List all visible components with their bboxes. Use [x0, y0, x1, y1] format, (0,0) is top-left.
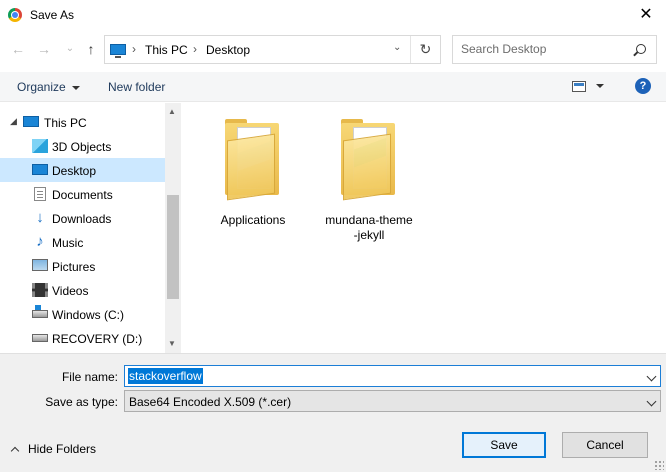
toolbar: Organize New folder ? — [0, 72, 666, 102]
help-icon[interactable]: ? — [635, 78, 651, 94]
folder-icon — [225, 117, 281, 201]
folder-name: mundana-theme -jekyll — [319, 213, 419, 243]
recovery-drive-icon — [32, 334, 48, 342]
sidebar-item-label: RECOVERY (D:) — [52, 332, 143, 346]
save-type-select[interactable]: Base64 Encoded X.509 (*.cer) — [124, 390, 661, 412]
organize-label: Organize — [17, 80, 66, 94]
file-name-label: File name: — [61, 370, 118, 384]
address-bar[interactable]: › This PC › Desktop ⌄ ↻ — [104, 35, 441, 64]
sidebar-item-desktop[interactable]: Desktop — [0, 158, 165, 182]
sidebar-item-recovery-d[interactable]: RECOVERY (D:) — [0, 326, 165, 350]
3d-objects-icon — [32, 139, 48, 153]
chevron-down-icon[interactable] — [646, 396, 657, 407]
sidebar-item-videos[interactable]: Videos — [0, 278, 165, 302]
window-title: Save As — [30, 8, 75, 22]
sidebar-item-label: Pictures — [52, 260, 96, 274]
up-arrow-icon[interactable]: ↑ — [83, 40, 99, 58]
videos-icon — [32, 283, 48, 297]
folder-name-line2: -jekyll — [353, 228, 385, 242]
sidebar-item-label: Videos — [52, 284, 89, 298]
organize-button[interactable]: Organize — [17, 80, 80, 94]
sidebar-item-pictures[interactable]: Pictures — [0, 254, 165, 278]
save-type-value: Base64 Encoded X.509 (*.cer) — [129, 395, 292, 409]
sidebar-item-label: Downloads — [52, 212, 112, 226]
recent-locations-icon[interactable]: ⌄ — [62, 40, 78, 58]
folder-icon — [341, 117, 397, 201]
breadcrumb-separator: › — [193, 42, 197, 56]
save-button[interactable]: Save — [462, 432, 546, 458]
chevron-down-icon[interactable] — [596, 84, 604, 88]
address-dropdown-icon[interactable]: ⌄ — [393, 42, 401, 53]
file-name-value[interactable]: stackoverflow — [128, 368, 203, 384]
sidebar-item-3d-objects[interactable]: 3D Objects — [0, 134, 165, 158]
sidebar-item-label: Documents — [52, 188, 113, 202]
sidebar-item-documents[interactable]: Documents — [0, 182, 165, 206]
folder-item-applications[interactable]: Applications — [203, 117, 303, 228]
search-icon[interactable] — [636, 44, 646, 54]
music-icon: ♪ — [36, 233, 44, 250]
breadcrumb-this-pc[interactable]: This PC — [145, 43, 188, 57]
sidebar-item-music[interactable]: ♪ Music — [0, 230, 165, 254]
new-folder-button[interactable]: New folder — [108, 80, 165, 94]
scrollbar-thumb[interactable] — [167, 195, 179, 299]
navigation-pane: ◢ This PC 3D Objects Desktop Documents ↓… — [0, 103, 181, 353]
file-name-field[interactable]: stackoverflow — [124, 365, 661, 387]
breadcrumb-separator: › — [132, 42, 136, 56]
title-bar: Save As ✕ — [0, 0, 666, 30]
this-pc-icon — [23, 116, 39, 127]
sidebar-item-windows-c[interactable]: Windows (C:) — [0, 302, 165, 326]
collapse-icon[interactable]: ◢ — [10, 116, 17, 127]
sidebar-item-label: Windows (C:) — [52, 308, 125, 322]
cancel-button[interactable]: Cancel — [562, 432, 648, 458]
windows-drive-icon — [32, 305, 48, 318]
file-list: Applications mundana-theme -jekyll — [181, 103, 666, 353]
folder-name: Applications — [220, 213, 286, 227]
sidebar-item-downloads[interactable]: ↓ Downloads — [0, 206, 165, 230]
breadcrumb-desktop[interactable]: Desktop — [206, 43, 250, 57]
search-input[interactable] — [461, 42, 631, 56]
chevron-down-icon[interactable] — [646, 371, 657, 382]
chrome-icon — [8, 8, 22, 22]
folder-item-mundana-theme-jekyll[interactable]: mundana-theme -jekyll — [319, 117, 419, 243]
refresh-button[interactable]: ↻ — [410, 36, 440, 63]
desktop-icon — [32, 164, 48, 175]
sidebar-item-label: This PC — [44, 116, 87, 130]
sidebar-item-label: Music — [52, 236, 84, 250]
scroll-down-icon[interactable]: ▼ — [168, 339, 176, 348]
sidebar-scrollbar[interactable]: ▲ ▼ — [165, 103, 181, 353]
sidebar-item-this-pc[interactable]: ◢ This PC — [0, 110, 165, 134]
close-button[interactable]: ✕ — [626, 0, 666, 30]
back-arrow-icon[interactable]: ← — [10, 40, 26, 58]
documents-icon — [34, 187, 46, 201]
hide-folders-button[interactable]: Hide Folders — [10, 442, 97, 456]
save-type-label: Save as type: — [45, 395, 118, 409]
search-box[interactable] — [452, 35, 657, 64]
pictures-icon — [32, 259, 48, 271]
folder-name-line1: mundana-theme — [325, 213, 413, 227]
chevron-up-icon — [10, 446, 20, 456]
downloads-icon: ↓ — [36, 209, 44, 226]
chevron-down-icon — [71, 85, 80, 90]
sidebar-item-label: Desktop — [52, 164, 97, 178]
sidebar-item-label: 3D Objects — [52, 140, 112, 154]
scroll-up-icon[interactable]: ▲ — [168, 107, 176, 116]
forward-arrow-icon[interactable]: → — [36, 40, 52, 58]
this-pc-icon — [110, 44, 126, 58]
view-options-icon[interactable] — [572, 81, 586, 92]
resize-grip-icon[interactable] — [654, 460, 664, 470]
hide-folders-label: Hide Folders — [28, 442, 97, 456]
